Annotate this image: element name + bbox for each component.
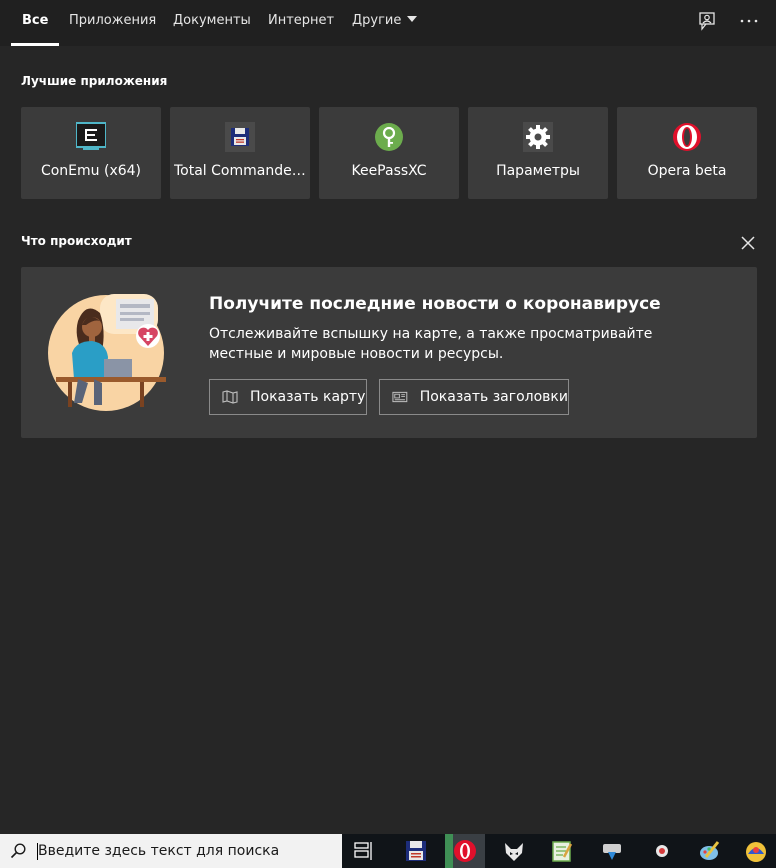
tab-more[interactable]: Другие — [352, 0, 418, 46]
taskbar-total-commander[interactable] — [396, 834, 436, 868]
conemu-icon — [76, 122, 106, 150]
app-tile-label: Opera beta — [647, 163, 727, 179]
more-icon[interactable] — [738, 10, 760, 32]
taskbar-app[interactable] — [736, 834, 776, 868]
taskbar-search-box[interactable] — [0, 834, 342, 868]
app-tile-label: Total Commander... — [174, 163, 306, 179]
app-tile-opera[interactable]: Opera beta — [617, 107, 757, 199]
task-view-icon — [354, 842, 372, 860]
top-apps-title: Лучшие приложения — [21, 74, 168, 88]
app-tile-keepassxc[interactable]: KeePassXC — [319, 107, 459, 199]
search-icon — [10, 843, 26, 859]
app-tile-label: ConEmu (x64) — [40, 163, 142, 179]
feedback-icon[interactable] — [697, 10, 719, 32]
show-headlines-label: Показать заголовки — [419, 389, 568, 405]
top-nav: Все Приложения Документы Интернет Другие — [0, 0, 776, 46]
app-tile-label: Параметры — [496, 163, 580, 179]
whats-new-title: Что происходит — [21, 234, 132, 248]
news-description: Отслеживайте вспышку на карте, а также п… — [209, 326, 653, 362]
covid-illustration — [48, 294, 166, 411]
paint-icon — [700, 841, 720, 860]
show-map-label: Показать карту — [250, 389, 366, 405]
close-icon[interactable] — [740, 235, 756, 251]
news-card: Получите последние новости о коронавирус… — [21, 267, 757, 438]
keepassxc-icon — [375, 123, 403, 151]
download-icon — [603, 844, 621, 860]
tab-internet[interactable]: Интернет — [268, 0, 334, 46]
app-icon — [746, 842, 766, 862]
tab-more-label: Другие — [352, 13, 402, 28]
map-icon — [222, 390, 238, 404]
foobar-icon — [505, 843, 523, 861]
taskbar-foobar[interactable] — [494, 834, 534, 868]
news-icon — [392, 391, 408, 403]
taskbar-chrome[interactable] — [642, 834, 682, 868]
taskbar-opera[interactable] — [445, 834, 485, 868]
taskbar-paint[interactable] — [690, 834, 730, 868]
app-tile-label: KeePassXC — [351, 163, 427, 179]
active-indicator — [445, 834, 453, 868]
app-tile-settings[interactable]: Параметры — [468, 107, 608, 199]
chevron-down-icon — [407, 16, 418, 22]
show-headlines-button[interactable]: Показать заголовки — [379, 379, 569, 415]
chrome-icon — [656, 845, 668, 857]
app-tile-total-commander[interactable]: Total Commander... — [170, 107, 310, 199]
taskbar-task-view[interactable] — [344, 834, 384, 868]
total-commander-icon — [406, 841, 426, 861]
opera-icon — [673, 123, 701, 151]
news-title: Получите последние новости о коронавирус… — [209, 294, 661, 314]
taskbar-download-manager[interactable] — [592, 834, 632, 868]
tab-all[interactable]: Все — [10, 0, 61, 46]
show-map-button[interactable]: Показать карту — [209, 379, 367, 415]
tab-documents[interactable]: Документы — [173, 0, 251, 46]
gear-icon — [523, 122, 553, 152]
opera-icon — [454, 840, 476, 862]
tab-apps[interactable]: Приложения — [69, 0, 156, 46]
app-tile-conemu[interactable]: ConEmu (x64) — [21, 107, 161, 199]
search-input[interactable] — [38, 839, 333, 863]
taskbar-notepad[interactable] — [542, 834, 582, 868]
notepad-icon — [552, 841, 573, 862]
total-commander-icon — [225, 122, 255, 152]
